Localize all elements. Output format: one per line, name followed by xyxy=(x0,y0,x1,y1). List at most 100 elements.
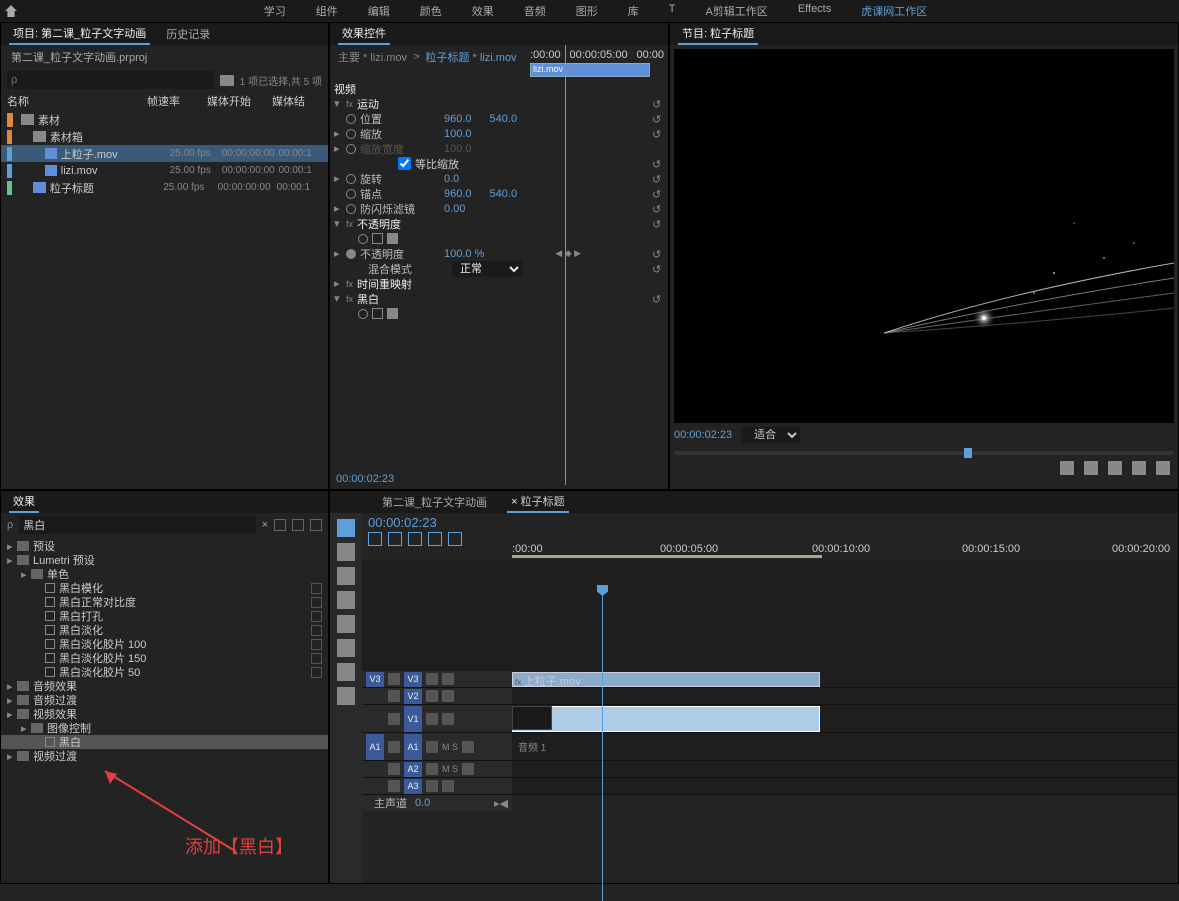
reset-icon[interactable]: ↺ xyxy=(652,293,664,305)
tab-effects[interactable]: 效果 xyxy=(9,491,39,513)
ec-motion[interactable]: 运动 xyxy=(357,96,437,112)
project-row[interactable]: 粒子标题25.00 fps00:00:00:0000:00:1 xyxy=(1,179,328,196)
project-row[interactable]: lizi.mov25.00 fps00:00:00:0000:00:1 xyxy=(1,162,328,179)
reset-icon[interactable]: ↺ xyxy=(652,128,664,140)
solo-icon[interactable] xyxy=(442,780,454,792)
effects-folder[interactable]: ▸Lumetri 预设 xyxy=(1,553,328,567)
mask-rect-icon[interactable] xyxy=(372,308,383,319)
ws-t[interactable]: T xyxy=(669,3,676,19)
ws-audio[interactable]: 音频 xyxy=(524,3,546,19)
tab-timeline-main[interactable]: 第二课_粒子文字动画 xyxy=(378,492,491,512)
col-name[interactable]: 名称 xyxy=(7,93,147,109)
kf-toggle-active[interactable] xyxy=(346,249,356,259)
kf-toggle[interactable] xyxy=(346,129,356,139)
ec-time-remap[interactable]: 时间重映射 xyxy=(357,276,437,292)
ws-edit[interactable]: 编辑 xyxy=(368,3,390,19)
mask-rect-icon[interactable] xyxy=(372,233,383,244)
ec-blend-select[interactable]: 正常 xyxy=(452,261,522,277)
effects-folder[interactable]: ▸预设 xyxy=(1,539,328,553)
lock-icon[interactable] xyxy=(388,741,400,753)
effects-preset[interactable]: 黑白正常对比度 xyxy=(1,595,328,609)
v3-label[interactable]: V3 xyxy=(404,672,422,687)
effects-preset[interactable]: 黑白淡化胶片 100 xyxy=(1,637,328,651)
clip-v1[interactable]: fx lizi.mov xyxy=(512,706,820,732)
effects-folder[interactable]: ▸视频过渡 xyxy=(1,749,328,763)
v2-label[interactable]: V2 xyxy=(404,689,422,704)
v3-target[interactable]: V3 xyxy=(366,672,384,687)
reset-icon[interactable]: ↺ xyxy=(652,158,664,170)
play-icon[interactable] xyxy=(1156,461,1170,475)
wrench-icon[interactable] xyxy=(448,532,462,546)
lock-icon[interactable] xyxy=(388,763,400,775)
effects-preset[interactable]: 黑白模化 xyxy=(1,581,328,595)
kf-toggle[interactable] xyxy=(346,189,356,199)
ws-graphics[interactable]: 图形 xyxy=(576,3,598,19)
effects-folder[interactable]: ▸视频效果 xyxy=(1,707,328,721)
kf-toggle[interactable] xyxy=(346,174,356,184)
scrubber-head[interactable] xyxy=(964,448,972,458)
mute-icon[interactable] xyxy=(426,741,438,753)
mask-ellipse-icon[interactable] xyxy=(358,309,368,319)
v1-label[interactable]: V1 xyxy=(404,706,422,732)
settings-icon[interactable] xyxy=(428,532,442,546)
track-select-tool-icon[interactable] xyxy=(337,543,355,561)
col-start[interactable]: 媒体开始 xyxy=(207,93,272,109)
effects-folder[interactable]: ▸图像控制 xyxy=(1,721,328,735)
ws-a[interactable]: A剪辑工作区 xyxy=(705,3,767,19)
lock-icon[interactable] xyxy=(388,690,400,702)
ec-crumb-seq[interactable]: 粒子标题 * lizi.mov xyxy=(426,49,517,65)
program-scrubber[interactable] xyxy=(674,451,1174,455)
type-tool-icon[interactable] xyxy=(337,687,355,705)
mark-out-icon[interactable] xyxy=(1084,461,1098,475)
mute-icon[interactable] xyxy=(426,763,438,775)
ripple-tool-icon[interactable] xyxy=(337,567,355,585)
reset-icon[interactable]: ↺ xyxy=(652,203,664,215)
eye-icon[interactable] xyxy=(426,713,438,725)
reset-icon[interactable]: ↺ xyxy=(652,188,664,200)
razor-tool-icon[interactable] xyxy=(337,591,355,609)
ec-bw-header[interactable]: 黑白 xyxy=(357,291,437,307)
mic-icon[interactable] xyxy=(462,741,474,753)
ws-effects2[interactable]: Effects xyxy=(798,3,831,19)
ws-effects[interactable]: 效果 xyxy=(472,3,494,19)
clear-search-icon[interactable]: × xyxy=(262,519,268,531)
reset-icon[interactable]: ↺ xyxy=(652,173,664,185)
32bit-badge-icon[interactable] xyxy=(292,519,304,531)
mic-icon[interactable] xyxy=(462,763,474,775)
tab-program[interactable]: 节目: 粒子标题 xyxy=(678,23,758,45)
timeline-ruler[interactable]: :00:00 00:00:05:00 00:00:10:00 00:00:15:… xyxy=(512,543,1178,561)
timeline-playhead[interactable] xyxy=(602,591,603,901)
ec-position-x[interactable]: 960.0 xyxy=(444,113,472,125)
effects-preset[interactable]: 黑白打孔 xyxy=(1,609,328,623)
reset-icon[interactable]: ↺ xyxy=(652,218,664,230)
reset-icon[interactable]: ↺ xyxy=(652,113,664,125)
reset-icon[interactable]: ↺ xyxy=(652,263,664,275)
selection-tool-icon[interactable] xyxy=(337,519,355,537)
ec-rotation-value[interactable]: 0.0 xyxy=(444,173,459,185)
linked-icon[interactable] xyxy=(388,532,402,546)
col-end[interactable]: 媒体结 xyxy=(272,93,322,109)
bin-icon[interactable] xyxy=(220,75,234,86)
mark-in-icon[interactable] xyxy=(1060,461,1074,475)
ec-anchor-y[interactable]: 540.0 xyxy=(490,188,518,200)
ec-position-y[interactable]: 540.0 xyxy=(490,113,518,125)
step-back-icon[interactable] xyxy=(1132,461,1146,475)
lock-icon[interactable] xyxy=(388,673,400,685)
effects-preset[interactable]: 黑白淡化胶片 50 xyxy=(1,665,328,679)
a2-label[interactable]: A2 xyxy=(404,762,422,777)
ec-opacity-header[interactable]: 不透明度 xyxy=(357,216,437,232)
kf-toggle[interactable] xyxy=(346,204,356,214)
tab-history[interactable]: 历史记录 xyxy=(162,24,214,44)
ws-huke[interactable]: 虎课网工作区 xyxy=(861,3,927,19)
slip-tool-icon[interactable] xyxy=(337,615,355,633)
effects-preset[interactable]: 黑白淡化 xyxy=(1,623,328,637)
nested-clip[interactable] xyxy=(512,706,552,730)
ec-playhead[interactable] xyxy=(565,45,566,485)
effects-preset[interactable]: 黑白淡化胶片 150 xyxy=(1,651,328,665)
ws-library[interactable]: 库 xyxy=(628,3,639,19)
mask-ellipse-icon[interactable] xyxy=(358,234,368,244)
program-zoom-select[interactable]: 适合 xyxy=(742,427,800,443)
sync-icon[interactable] xyxy=(442,673,454,685)
effects-folder[interactable]: ▸音频效果 xyxy=(1,679,328,693)
effects-folder[interactable]: ▸单色 xyxy=(1,567,328,581)
